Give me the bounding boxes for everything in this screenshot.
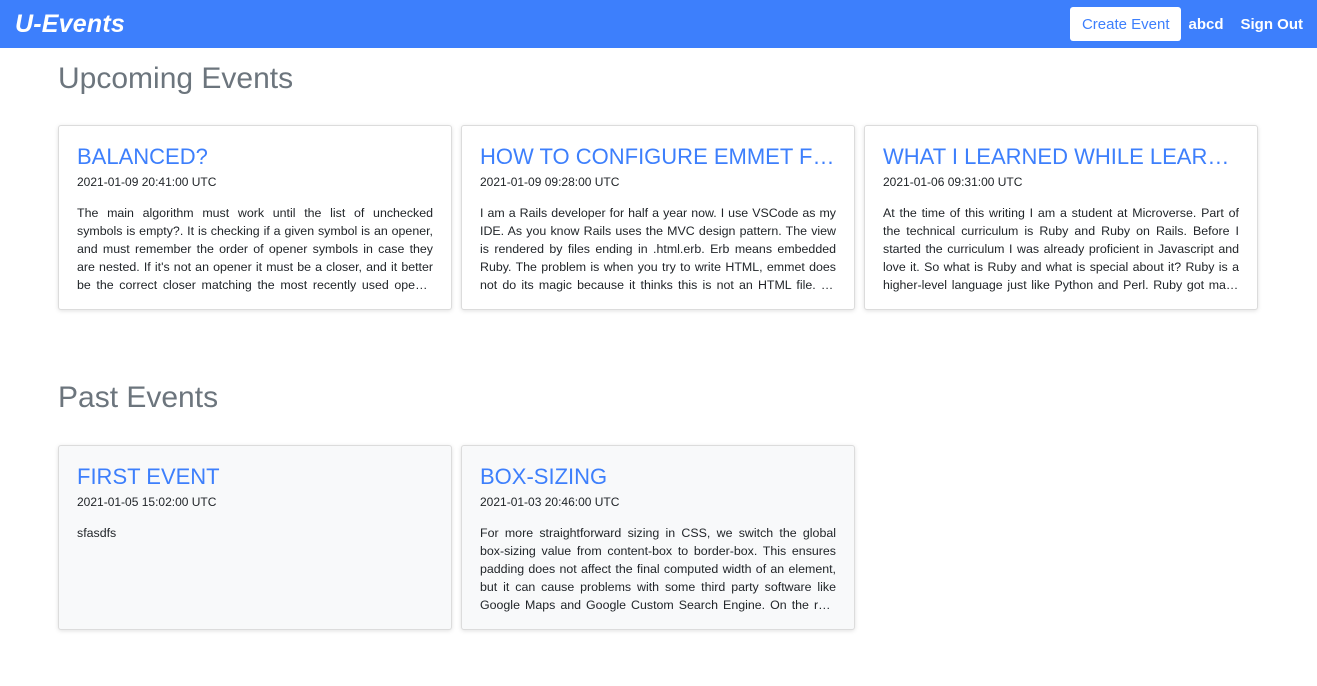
event-title-link[interactable]: FIRST EVENT xyxy=(77,464,433,490)
event-description: sfasdfs xyxy=(77,526,117,540)
event-title-link[interactable]: BALANCED? xyxy=(77,144,433,170)
event-description: For more straightforward sizing in CSS, … xyxy=(480,526,836,612)
event-card: FIRST EVENT 2021-01-05 15:02:00 UTC sfas… xyxy=(58,445,452,630)
upcoming-events-heading: Upcoming Events xyxy=(58,62,294,95)
event-card: BOX-SIZING 2021-01-03 20:46:00 UTC For m… xyxy=(461,445,855,630)
navbar-actions: Create Event abcd Sign Out xyxy=(1069,7,1304,41)
past-events-heading: Past Events xyxy=(58,381,219,414)
event-card: WHAT I LEARNED WHILE LEARNING RUBY 2021-… xyxy=(864,125,1258,310)
event-card: HOW TO CONFIGURE EMMET FOR ERB 2021-01-0… xyxy=(461,125,855,310)
event-title-link[interactable]: WHAT I LEARNED WHILE LEARNING RUBY xyxy=(883,144,1239,170)
event-date: 2021-01-06 09:31:00 UTC xyxy=(883,175,1023,189)
event-description: The main algorithm must work until the l… xyxy=(77,206,433,292)
event-date: 2021-01-09 20:41:00 UTC xyxy=(77,175,217,189)
sign-out-link[interactable]: Sign Out xyxy=(1241,16,1304,33)
event-date: 2021-01-09 09:28:00 UTC xyxy=(480,175,620,189)
event-description: At the time of this writing I am a stude… xyxy=(883,206,1239,292)
past-events-list: FIRST EVENT 2021-01-05 15:02:00 UTC sfas… xyxy=(58,445,855,630)
user-profile-link[interactable]: abcd xyxy=(1188,16,1223,33)
event-title-link[interactable]: BOX-SIZING xyxy=(480,464,836,490)
create-event-button[interactable]: Create Event xyxy=(1069,7,1182,41)
event-card: BALANCED? 2021-01-09 20:41:00 UTC The ma… xyxy=(58,125,452,310)
brand-logo[interactable]: U-Events xyxy=(15,10,125,39)
upcoming-events-list: BALANCED? 2021-01-09 20:41:00 UTC The ma… xyxy=(58,125,1258,310)
event-date: 2021-01-03 20:46:00 UTC xyxy=(480,495,620,509)
event-description: I am a Rails developer for half a year n… xyxy=(480,206,836,292)
event-title-link[interactable]: HOW TO CONFIGURE EMMET FOR ERB xyxy=(480,144,836,170)
navbar: U-Events Create Event abcd Sign Out xyxy=(0,0,1317,48)
event-date: 2021-01-05 15:02:00 UTC xyxy=(77,495,217,509)
